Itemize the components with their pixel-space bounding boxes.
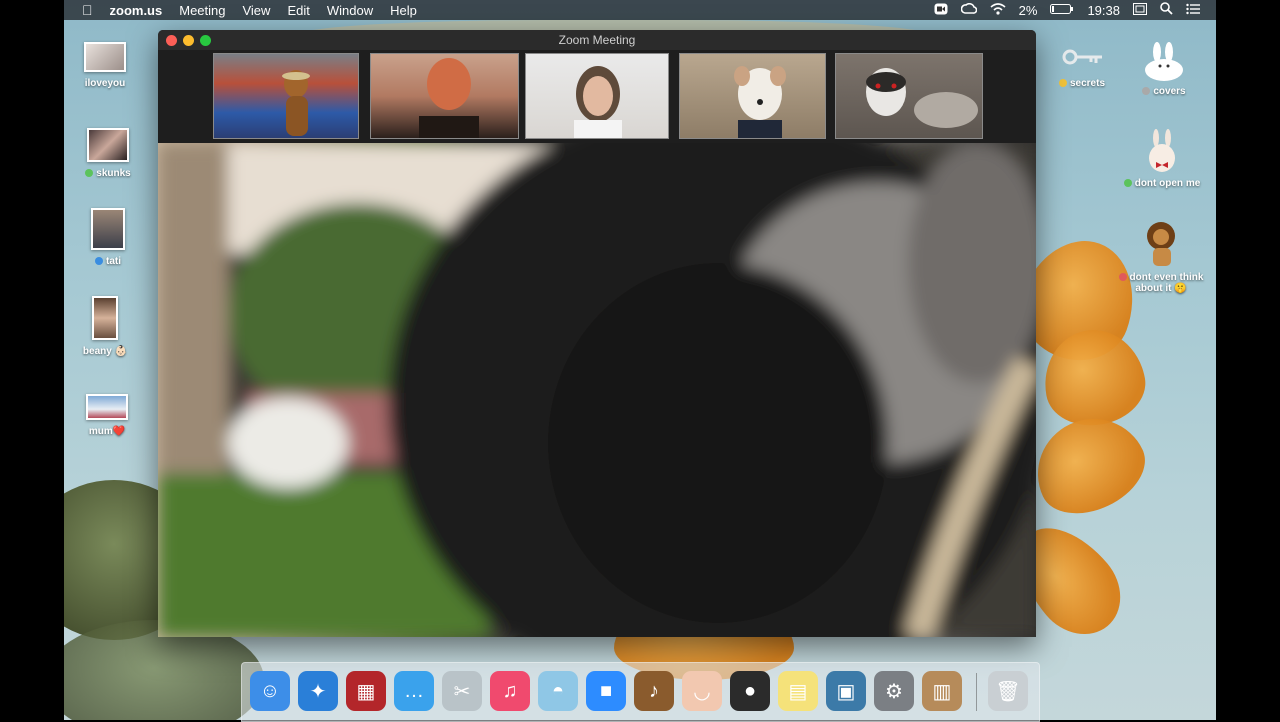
wallpaper-petal bbox=[1020, 400, 1158, 530]
menu-help[interactable]: Help bbox=[390, 3, 417, 18]
system-preferences-icon[interactable]: ⚙ bbox=[874, 671, 914, 711]
minimize-button[interactable] bbox=[183, 35, 194, 46]
battery-icon[interactable] bbox=[1050, 3, 1074, 18]
seal-app-icon[interactable]: ◓ bbox=[538, 671, 578, 711]
preview-icon[interactable]: ▣ bbox=[826, 671, 866, 711]
window-titlebar[interactable]: Zoom Meeting bbox=[158, 30, 1036, 50]
tag-dot bbox=[1118, 273, 1127, 282]
key-icon bbox=[1060, 44, 1104, 74]
close-button[interactable] bbox=[166, 35, 177, 46]
desktop-icon-label: mum❤️ bbox=[88, 426, 126, 437]
window-title: Zoom Meeting bbox=[558, 33, 636, 47]
participant-video-tile[interactable] bbox=[679, 53, 826, 139]
participant-strip bbox=[158, 50, 1036, 143]
wifi-icon[interactable] bbox=[990, 2, 1006, 18]
tag-dot bbox=[95, 257, 103, 266]
stickies-icon[interactable]: ▤ bbox=[778, 671, 818, 711]
notification-center-icon[interactable] bbox=[1186, 3, 1200, 18]
face-app-icon[interactable]: ◡ bbox=[682, 671, 722, 711]
tag-dot bbox=[85, 169, 94, 178]
trash-icon[interactable]: 🗑 bbox=[988, 671, 1028, 711]
lion-icon bbox=[1139, 220, 1183, 268]
photo-thumbnail bbox=[87, 128, 129, 162]
participant-video-tile[interactable] bbox=[370, 53, 519, 139]
battery-percent: 2% bbox=[1018, 2, 1038, 18]
app-menu[interactable]: zoom.us bbox=[110, 3, 163, 18]
desktop-folder-skunks[interactable]: skunks bbox=[63, 128, 153, 179]
desktop-icon-label: covers bbox=[1153, 86, 1186, 97]
desktop-icon-label: beany 👶🏻 bbox=[82, 346, 128, 357]
bunny-icon bbox=[1142, 42, 1186, 82]
desktop-icon-label: tati bbox=[106, 256, 121, 267]
desktop-folder-dont-open-me[interactable]: dont open me bbox=[1117, 128, 1207, 189]
rabbit-bowtie-icon bbox=[1142, 128, 1182, 174]
desktop-folder-iloveyou[interactable]: iloveyou bbox=[60, 42, 150, 89]
participant-video-tile[interactable] bbox=[525, 53, 669, 139]
rabbit-app-icon[interactable]: ✂ bbox=[442, 671, 482, 711]
menu-edit[interactable]: Edit bbox=[287, 3, 309, 18]
clock[interactable]: 19:38 bbox=[1087, 3, 1120, 18]
garageband-icon[interactable]: ♪ bbox=[634, 671, 674, 711]
participant-video-tile[interactable] bbox=[213, 53, 359, 139]
search-icon[interactable] bbox=[1160, 2, 1173, 18]
tag-dot bbox=[1123, 179, 1132, 188]
dock-separator bbox=[976, 673, 977, 711]
messages-icon[interactable]: … bbox=[394, 671, 434, 711]
photo-thumbnail bbox=[92, 296, 118, 340]
desktop-folder-mum[interactable]: mum❤️ bbox=[62, 394, 152, 437]
desktop-folder-dont-even-think-about-it[interactable]: dont even think about it 🤫 bbox=[1111, 220, 1211, 294]
zoom-icon[interactable]: ■ bbox=[586, 671, 626, 711]
desktop-folder-beany[interactable]: beany 👶🏻 bbox=[60, 296, 150, 357]
screen-mirror-icon[interactable] bbox=[1133, 2, 1147, 18]
music-icon[interactable]: ♫ bbox=[490, 671, 530, 711]
zoom-status-icon[interactable] bbox=[934, 3, 948, 18]
tag-dot bbox=[1058, 79, 1067, 88]
photo-thumbnail bbox=[91, 208, 125, 250]
tag-dot bbox=[1142, 87, 1151, 96]
dock: ☺ ✦ ▦… ✂ ♫ ◓ ■ ♪ ◡ ● ▤ ▣ ⚙ ▥ 🗑 bbox=[241, 662, 1040, 722]
menu-meeting[interactable]: Meeting bbox=[179, 3, 225, 18]
desktop-icon-label: dont even think about it 🤫 bbox=[1129, 272, 1204, 294]
zoom-meeting-window: Zoom Meeting bbox=[158, 30, 1036, 637]
zoom-window-button[interactable] bbox=[200, 35, 211, 46]
desktop-icon-label: skunks bbox=[96, 168, 131, 179]
desktop-icon-label: secrets bbox=[1069, 78, 1106, 89]
desktop-icon-label: dont open me bbox=[1134, 178, 1201, 189]
safari-icon[interactable]: ✦ bbox=[298, 671, 338, 711]
desktop-folder-covers[interactable]: covers bbox=[1119, 42, 1209, 97]
apple-menu-icon[interactable]:  bbox=[82, 2, 93, 18]
photo-thumbnail bbox=[84, 42, 126, 72]
desktop-icon-label: iloveyou bbox=[84, 78, 126, 89]
photo-booth-red-icon[interactable]: ● bbox=[730, 671, 770, 711]
creative-cloud-icon[interactable] bbox=[960, 2, 977, 18]
contacts-icon[interactable]: ▥ bbox=[922, 671, 962, 711]
menu-window[interactable]: Window bbox=[327, 3, 373, 18]
photo-thumbnail bbox=[86, 394, 128, 420]
finder-icon[interactable]: ☺ bbox=[250, 671, 290, 711]
participant-video-tile[interactable] bbox=[835, 53, 983, 139]
desktop-folder-secrets[interactable]: secrets bbox=[1037, 44, 1127, 89]
photo-booth-icon[interactable]: ▦ bbox=[346, 671, 386, 711]
menu-view[interactable]: View bbox=[242, 3, 270, 18]
desktop-folder-tati[interactable]: tati bbox=[63, 208, 153, 267]
menu-bar:  zoom.us Meeting View Edit Window Help … bbox=[64, 0, 1216, 20]
active-speaker-video[interactable] bbox=[158, 143, 1036, 637]
